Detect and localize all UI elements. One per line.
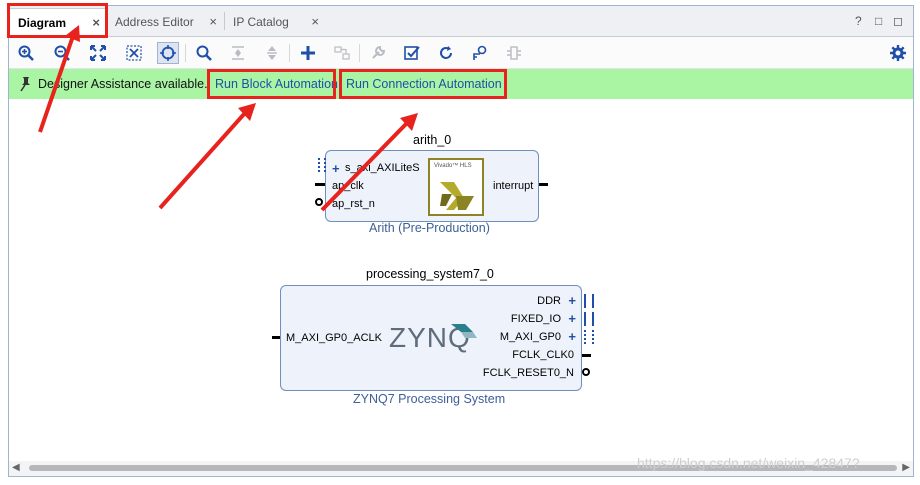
watermark-text: https://blog.csdn.net/weixin_42847?	[637, 455, 860, 471]
annotation-arrows	[38, 25, 418, 212]
arrow-to-run-connection-automation	[320, 113, 418, 212]
arrow-to-run-block-automation	[158, 103, 256, 210]
arrow-to-diagram-tab	[38, 25, 80, 133]
